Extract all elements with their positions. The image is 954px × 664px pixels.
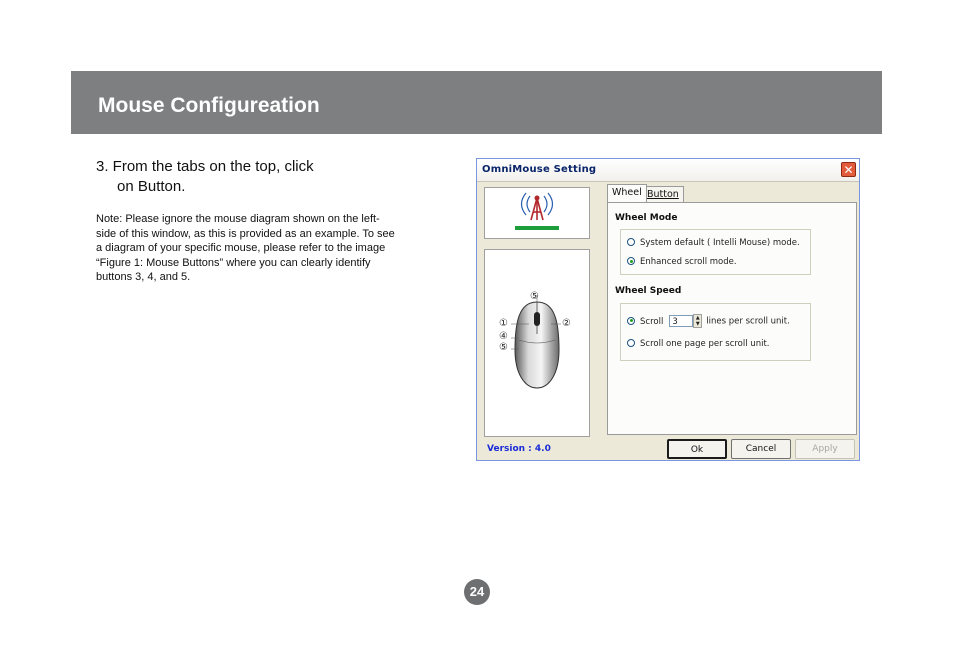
step-line-2: on Button. xyxy=(117,178,186,195)
close-icon: ✕ xyxy=(843,163,854,177)
scroll-lines-input[interactable]: 3 xyxy=(669,315,694,327)
scroll-page-label: Scroll one page per scroll unit. xyxy=(640,339,770,349)
note-text: Note: Please ignore the mouse diagram sh… xyxy=(96,213,395,284)
scroll-label: Scroll xyxy=(640,316,664,327)
callout-2: ② xyxy=(562,318,571,329)
close-button[interactable]: ✕ xyxy=(841,162,856,177)
callout-5-top: ⑤ xyxy=(530,291,539,302)
spin-arrows-icon[interactable]: ▲ ▼ xyxy=(693,314,703,328)
version-label: Version : 4.0 xyxy=(487,444,551,454)
radio-selected-icon xyxy=(627,316,635,325)
page-number-badge: 24 xyxy=(464,579,490,605)
ok-button[interactable]: Ok xyxy=(667,439,727,459)
radio-scroll-page[interactable]: Scroll one page per scroll unit. xyxy=(627,339,769,349)
header-bar: Mouse Configureation xyxy=(71,71,882,134)
callout-4: ④ xyxy=(499,331,508,342)
radio-enhanced-scroll-label: Enhanced scroll mode. xyxy=(640,257,737,267)
tab-button[interactable]: Button xyxy=(642,186,684,202)
mouse-diagram-panel: ⑤ ① ② ④ ⑤ xyxy=(484,249,590,437)
radio-scroll-lines[interactable]: Scroll 3 ▲ ▼ lines per scroll unit. xyxy=(627,314,790,328)
wheel-speed-title: Wheel Speed xyxy=(615,286,682,296)
instruction-step: 3. From the tabs on the top, click on Bu… xyxy=(96,157,396,197)
callout-5-side: ⑤ xyxy=(499,342,508,353)
wheel-speed-group: Scroll 3 ▲ ▼ lines per scroll unit. Scroll o… xyxy=(620,303,811,361)
omnimouse-dialog: OmniMouse Setting ✕ ⑤ ① ② ④ ⑤ Wheel Butt… xyxy=(476,158,860,461)
radio-system-default[interactable]: System default ( Intelli Mouse) mode. xyxy=(627,238,800,248)
radio-icon xyxy=(627,339,635,347)
page-title: Mouse Configureation xyxy=(98,94,320,117)
callout-1: ① xyxy=(499,318,508,329)
radio-icon xyxy=(627,238,635,246)
dialog-title: OmniMouse Setting xyxy=(482,164,597,175)
radio-enhanced-scroll[interactable]: Enhanced scroll mode. xyxy=(627,257,737,267)
step-line-1: 3. From the tabs on the top, click xyxy=(96,158,314,175)
wheel-tab-panel: Wheel Mode System default ( Intelli Mous… xyxy=(607,202,857,435)
dialog-titlebar[interactable]: OmniMouse Setting ✕ xyxy=(477,159,859,182)
radio-system-default-label: System default ( Intelli Mouse) mode. xyxy=(640,238,800,248)
radio-selected-icon xyxy=(627,257,635,265)
cancel-button[interactable]: Cancel xyxy=(731,439,791,459)
wheel-mode-group: System default ( Intelli Mouse) mode. En… xyxy=(620,229,811,275)
apply-button[interactable]: Apply xyxy=(795,439,855,459)
scroll-suffix-label: lines per scroll unit. xyxy=(706,316,790,327)
tab-wheel[interactable]: Wheel xyxy=(607,184,647,202)
wheel-mode-title: Wheel Mode xyxy=(615,213,678,223)
omnimouse-logo-icon xyxy=(515,192,559,230)
logo-panel xyxy=(484,187,590,239)
